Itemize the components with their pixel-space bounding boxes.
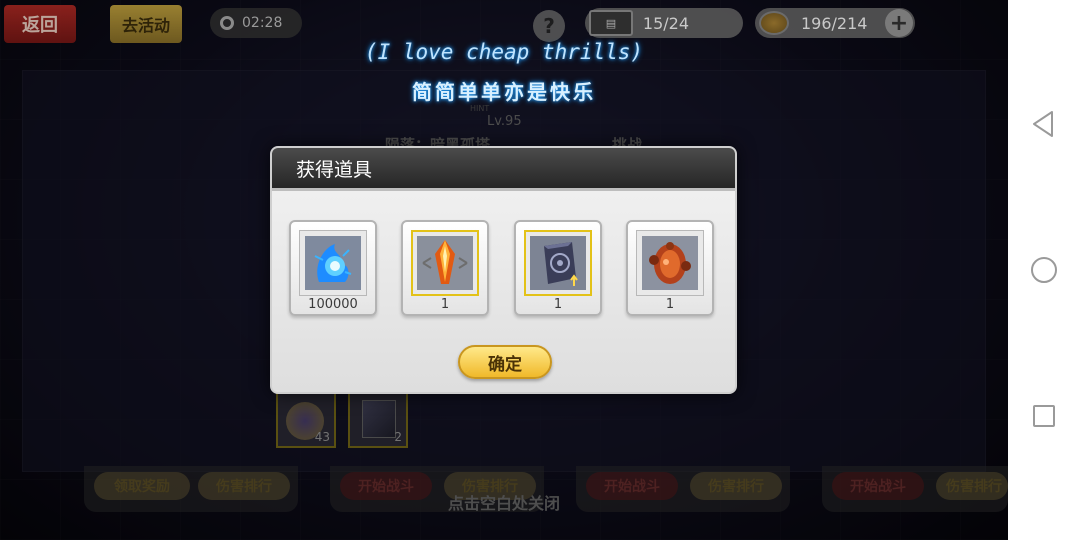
item-frame [524,230,592,296]
back-button[interactable]: 返回 [4,5,76,43]
stamina-value: 15/24 [642,13,689,33]
go-to-event-button[interactable]: 去活动 [110,5,182,43]
item-frame [411,230,479,296]
currency-value: 196/214 [801,13,868,33]
dialog-header: 获得道具 [272,148,735,191]
dialog-title: 获得道具 [296,158,373,181]
rust-core-icon [642,236,698,290]
item-count: 100000 [308,297,358,312]
help-button[interactable]: ? [533,10,565,42]
lyric-subtitle-english: (I love cheap thrills) [364,40,644,64]
item-obtained-dialog: 获得道具 100000 1 1 1 确定 [270,146,737,394]
reward-item[interactable]: 1 [626,220,714,316]
coin-icon [759,11,789,35]
item-count: 1 [553,297,563,312]
add-currency-button[interactable]: + [885,9,913,37]
currency-counter: 196/214 + [755,8,915,38]
lyric-subtitle-chinese: 简简单单亦是快乐 [412,80,596,104]
ticket-icon: ▤ [589,10,633,36]
refresh-icon [220,16,234,30]
home-circle-icon[interactable] [1028,254,1060,286]
item-frame [636,230,704,296]
refresh-timer: 02:28 [210,8,302,38]
game-screen: HINT Lv.95 陨落：暗黑孤塔 挑战 43 2 领取奖励 伤害排行 开始战… [0,0,1008,540]
orange-crystal-icon [417,236,473,290]
recents-square-icon[interactable] [1028,400,1060,432]
system-navigation-bar [1008,0,1080,540]
item-count: 1 [665,297,675,312]
reward-item[interactable]: 1 [514,220,602,316]
dark-cube-icon [530,236,586,290]
blue-energy-icon [305,236,361,290]
timer-text: 02:28 [242,15,283,31]
reward-item[interactable]: 100000 [289,220,377,316]
stamina-counter: ▤ 15/24 [585,8,743,38]
item-count: 1 [440,297,450,312]
confirm-button[interactable]: 确定 [458,345,552,379]
item-frame [299,230,367,296]
back-triangle-icon[interactable] [1028,108,1060,140]
reward-item[interactable]: 1 [401,220,489,316]
